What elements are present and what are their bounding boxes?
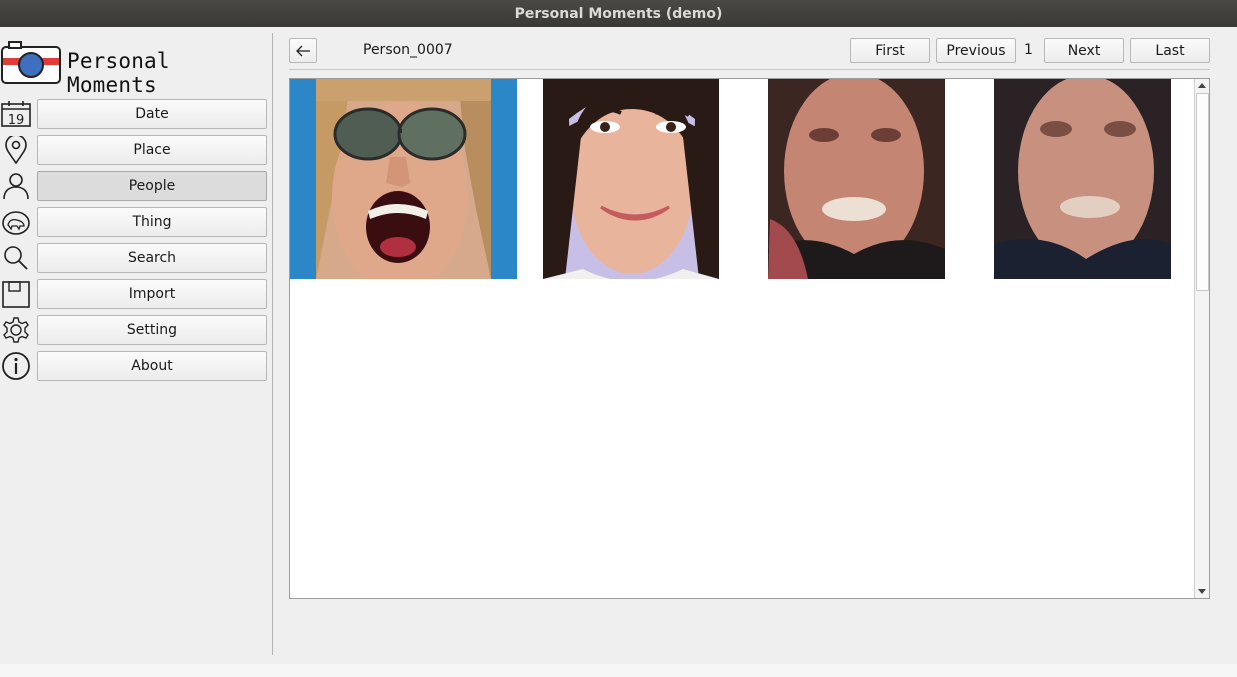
thing-icon <box>2 211 30 235</box>
about-button[interactable]: About <box>37 351 267 381</box>
gallery-scrollbar[interactable] <box>1194 79 1209 598</box>
nav-item-people: People <box>0 170 272 202</box>
nav-item-import: Import <box>0 278 272 310</box>
toolbar-divider <box>289 69 1210 70</box>
search-button[interactable]: Search <box>37 243 267 273</box>
search-icon <box>4 246 28 270</box>
thing-button[interactable]: Thing <box>37 207 267 237</box>
nav-item-date: 19 Date <box>0 98 272 130</box>
location-pin-icon <box>5 136 27 164</box>
photo-thumbnail[interactable] <box>994 79 1171 279</box>
svg-text:19: 19 <box>8 113 25 128</box>
photo-thumbnail[interactable] <box>768 79 945 279</box>
scroll-down-arrow-icon[interactable] <box>1195 585 1209 598</box>
face-photo-smiling-blurry <box>768 79 945 279</box>
back-button[interactable] <box>289 38 317 63</box>
scrollbar-thumb[interactable] <box>1196 93 1209 291</box>
import-button[interactable]: Import <box>37 279 267 309</box>
window-title: Personal Moments (demo) <box>514 5 723 22</box>
arrow-left-icon <box>296 45 310 56</box>
app-title: Personal Moments <box>67 49 170 97</box>
person-icon <box>3 173 29 200</box>
nav-item-setting: Setting <box>0 314 272 346</box>
first-page-button[interactable]: First <box>850 38 930 63</box>
place-button[interactable]: Place <box>37 135 267 165</box>
person-name-label: Person_0007 <box>363 42 453 58</box>
camera-icon <box>1 41 61 84</box>
face-photo-smiling <box>543 79 719 279</box>
people-button[interactable]: People <box>37 171 267 201</box>
photo-thumbnail[interactable] <box>543 79 719 279</box>
info-icon <box>2 352 30 380</box>
nav-item-thing: Thing <box>0 206 272 238</box>
next-page-button[interactable]: Next <box>1044 38 1124 63</box>
last-page-button[interactable]: Last <box>1130 38 1210 63</box>
date-button[interactable]: Date <box>37 99 267 129</box>
scroll-up-arrow-icon[interactable] <box>1195 79 1209 92</box>
photo-thumbnail[interactable] <box>290 79 517 279</box>
toolbar: Person_0007 First Previous 1 Next Last <box>289 38 1210 64</box>
app-window: Personal Moments 19 Date Place People Th… <box>0 27 1237 677</box>
calendar-icon: 19 <box>1 101 31 128</box>
face-photo-smiling-very-blurry <box>994 79 1171 279</box>
previous-page-button[interactable]: Previous <box>936 38 1016 63</box>
nav-item-about: About <box>0 350 272 382</box>
nav-item-search: Search <box>0 242 272 274</box>
window-titlebar[interactable]: Personal Moments (demo) <box>0 0 1237 27</box>
save-icon <box>2 281 30 308</box>
face-photo-sunglasses <box>290 79 517 279</box>
sidebar: Personal Moments 19 Date Place People Th… <box>0 27 272 655</box>
photo-gallery[interactable] <box>289 78 1210 599</box>
setting-button[interactable]: Setting <box>37 315 267 345</box>
sidebar-divider <box>272 33 273 655</box>
status-bar <box>0 664 1237 677</box>
nav-item-place: Place <box>0 134 272 166</box>
page-number: 1 <box>1024 42 1033 58</box>
gear-icon <box>3 317 29 343</box>
